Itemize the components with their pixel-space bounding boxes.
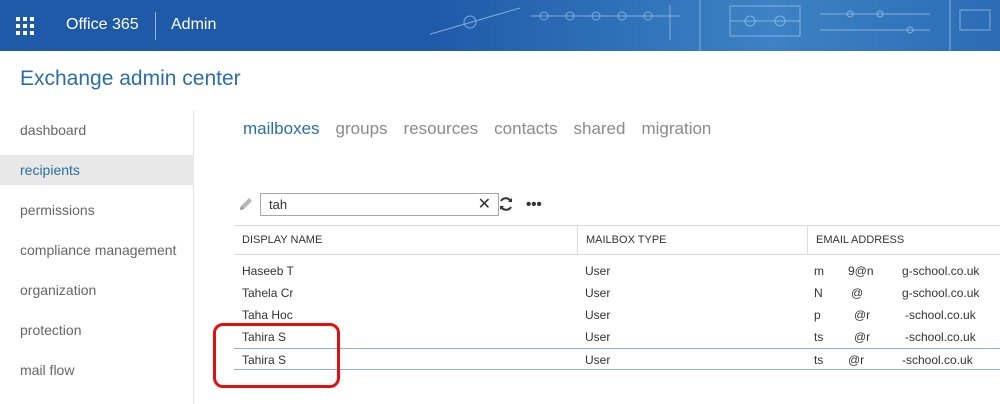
mailbox-type-cell: User: [585, 330, 611, 344]
sidebar-nav: dashboard recipients permissions complia…: [0, 110, 194, 404]
more-icon[interactable]: •••: [526, 196, 542, 213]
column-mailbox-type[interactable]: MAILBOX TYPE: [577, 226, 807, 255]
mailbox-type-cell: User: [585, 264, 611, 278]
header-blueprint-background: [430, 0, 1000, 51]
email-at-cell: @r: [854, 330, 871, 344]
top-bar: Office 365 Admin: [0, 0, 1000, 51]
annotation-highlight-box: [213, 323, 340, 388]
app-label[interactable]: Admin: [171, 16, 216, 34]
sidebar-item-organization[interactable]: organization: [0, 275, 194, 305]
tab-shared[interactable]: shared: [573, 119, 625, 143]
display-name-cell: Tahela Cr: [242, 286, 294, 300]
table-row[interactable]: Haseeb T User m 9@n g-school.co.uk: [234, 260, 1000, 282]
email-prefix-cell: ts: [814, 330, 824, 344]
waffle-icon: [16, 16, 34, 35]
app-launcher-button[interactable]: [0, 0, 50, 51]
refresh-icon[interactable]: [498, 196, 514, 217]
table-row[interactable]: Tahela Cr User N @ g-school.co.uk: [234, 282, 1000, 304]
email-prefix-cell: N: [814, 286, 823, 300]
recipient-tabs: mailboxes groups resources contacts shar…: [243, 119, 727, 143]
sidebar-item-dashboard[interactable]: dashboard: [0, 115, 194, 145]
email-domain-cell: g-school.co.uk: [902, 264, 980, 278]
header-divider: [155, 12, 156, 40]
table-header: DISPLAY NAME MAILBOX TYPE EMAIL ADDRESS: [234, 225, 1000, 255]
email-at-cell: @: [851, 286, 864, 300]
page-title: Exchange admin center: [20, 67, 241, 90]
tab-migration[interactable]: migration: [641, 119, 711, 143]
brand-label[interactable]: Office 365: [66, 16, 139, 34]
email-domain-cell: g-school.co.uk: [902, 286, 980, 300]
email-prefix-cell: p: [814, 308, 821, 322]
mailbox-type-cell: User: [585, 308, 611, 322]
email-at-cell: 9@n: [848, 264, 874, 278]
column-email-address[interactable]: EMAIL ADDRESS: [807, 226, 1000, 255]
sidebar-item-protection[interactable]: protection: [0, 315, 194, 345]
tab-resources[interactable]: resources: [404, 119, 479, 143]
table-row[interactable]: Tahira S User ts @r -school.co.uk: [234, 326, 1000, 348]
email-domain-cell: -school.co.uk: [905, 330, 976, 344]
sidebar-item-recipients[interactable]: recipients: [0, 155, 194, 185]
close-icon[interactable]: ✕: [478, 196, 491, 214]
mailbox-type-cell: User: [585, 286, 611, 300]
sidebar-item-permissions[interactable]: permissions: [0, 195, 194, 225]
search-box: ✕: [260, 193, 499, 216]
email-at-cell: @r: [848, 353, 865, 367]
tab-mailboxes[interactable]: mailboxes: [243, 119, 320, 143]
email-domain-cell: -school.co.uk: [902, 353, 973, 367]
tab-contacts[interactable]: contacts: [494, 119, 557, 143]
email-domain-cell: -school.co.uk: [905, 308, 976, 322]
tab-groups[interactable]: groups: [336, 119, 388, 143]
email-prefix-cell: m: [814, 264, 824, 278]
table-row-selected[interactable]: Tahira S User ts @r -school.co.uk: [234, 348, 1000, 370]
column-display-name[interactable]: DISPLAY NAME: [234, 226, 577, 255]
email-prefix-cell: ts: [814, 353, 824, 367]
email-at-cell: @r: [854, 308, 871, 322]
mailbox-type-cell: User: [585, 353, 611, 367]
sidebar-item-compliance-management[interactable]: compliance management: [0, 235, 194, 265]
search-input[interactable]: [261, 194, 461, 215]
table-row[interactable]: Taha Hoc User p @r -school.co.uk: [234, 304, 1000, 326]
sidebar-item-mail-flow[interactable]: mail flow: [0, 355, 194, 385]
display-name-cell: Haseeb T: [242, 264, 294, 278]
pencil-icon[interactable]: [238, 196, 254, 217]
